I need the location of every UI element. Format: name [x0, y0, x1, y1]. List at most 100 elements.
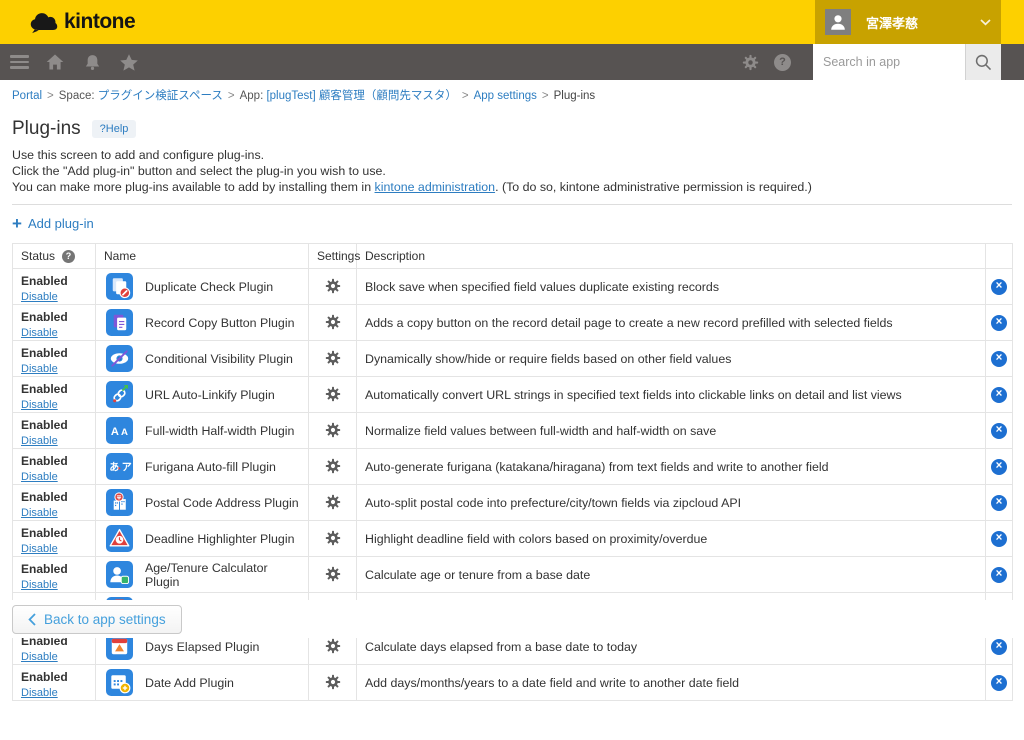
plugin-status: Enabled	[21, 455, 87, 468]
user-name: 宮澤孝慈	[866, 13, 980, 32]
plugin-settings-button[interactable]	[323, 456, 343, 476]
plugin-settings-button[interactable]	[323, 276, 343, 296]
user-menu[interactable]: 宮澤孝慈	[815, 0, 1001, 44]
breadcrumb-link[interactable]: App settings	[474, 90, 537, 102]
plugin-status: Enabled	[21, 671, 87, 684]
page-help-link[interactable]: ?Help	[92, 120, 137, 138]
plugin-settings-button[interactable]	[323, 420, 343, 440]
plugin-status: Enabled	[21, 275, 87, 288]
plugin-delete-button[interactable]: ×	[991, 531, 1007, 547]
back-to-app-settings-button[interactable]: Back to app settings	[12, 605, 182, 634]
svg-text:A: A	[121, 427, 128, 438]
gear-icon[interactable]	[739, 52, 761, 72]
plus-icon: +	[12, 215, 22, 233]
home-icon[interactable]	[44, 52, 66, 72]
global-toolbar: ?	[0, 44, 1024, 80]
plugin-delete-button[interactable]: ×	[991, 675, 1007, 691]
plugin-disable-link[interactable]: Disable	[21, 327, 58, 339]
cloud-logo-icon	[29, 10, 59, 34]
plugin-delete-button[interactable]: ×	[991, 351, 1007, 367]
status-help-icon[interactable]: ?	[62, 250, 75, 263]
kintone-administration-link[interactable]: kintone administration	[375, 180, 496, 194]
plugin-delete-button[interactable]: ×	[991, 387, 1007, 403]
plugin-status: Enabled	[21, 347, 87, 360]
table-row: EnabledDisableAge/Tenure Calculator Plug…	[13, 557, 1013, 593]
plugin-delete-button[interactable]: ×	[991, 423, 1007, 439]
breadcrumb-separator: >	[228, 90, 235, 102]
svg-text:ア: ア	[122, 462, 132, 474]
chevron-down-icon	[980, 19, 991, 26]
plugin-name: Days Elapsed Plugin	[145, 640, 259, 654]
plugin-disable-link[interactable]: Disable	[21, 471, 58, 483]
intro-line-3: You can make more plug-ins available to …	[12, 179, 1012, 195]
back-button-label: Back to app settings	[44, 612, 166, 627]
plugin-disable-link[interactable]: Disable	[21, 579, 58, 591]
intro-text: Use this screen to add and configure plu…	[12, 147, 1012, 195]
star-icon[interactable]	[118, 52, 140, 72]
table-row: Enabled Disable Deadline Highlighter Plugi…	[13, 521, 1013, 557]
record-copy-icon	[106, 309, 133, 336]
hamburger-icon[interactable]	[10, 55, 29, 69]
plugin-name: Date Add Plugin	[145, 676, 234, 690]
breadcrumb-link[interactable]: [plugTest] 顧客管理（顧問先マスタ）	[266, 90, 456, 102]
plugin-status: Enabled	[21, 491, 87, 504]
plugin-description: Block save when specified field values d…	[357, 269, 986, 305]
bottom-floating-bar: Back to app settings	[0, 600, 1024, 638]
divider	[12, 204, 1012, 205]
table-row: EnabledDisableあアFurigana Auto-fill Plugi…	[13, 449, 1013, 485]
url-linkify-icon	[106, 381, 133, 408]
table-row: Enabled Disable Date Add Plugin Add days/mo…	[13, 665, 1013, 701]
search-input[interactable]	[813, 44, 965, 80]
date-add-icon	[106, 669, 133, 696]
plugin-delete-button[interactable]: ×	[991, 459, 1007, 475]
table-row: EnabledDisableConditional Visibility Plu…	[13, 341, 1013, 377]
furigana-icon: あア	[106, 453, 133, 480]
plugin-status: Enabled	[21, 527, 87, 540]
plugin-settings-button[interactable]	[323, 348, 343, 368]
plugin-settings-button[interactable]	[323, 492, 343, 512]
kintone-logo[interactable]: kintone	[29, 10, 135, 34]
plugin-settings-button[interactable]	[323, 636, 343, 656]
plugin-description: Auto-split postal code into prefecture/c…	[357, 485, 986, 521]
logo-wordmark: kintone	[64, 10, 135, 34]
plugin-disable-link[interactable]: Disable	[21, 435, 58, 447]
app-header: kintone 宮澤孝慈	[0, 0, 1024, 44]
chevron-left-icon	[28, 613, 36, 626]
intro-line-1: Use this screen to add and configure plu…	[12, 147, 1012, 163]
intro-line-3-after: . (To do so, kintone administrative perm…	[495, 180, 812, 194]
plugin-description: Add days/months/years to a date field an…	[357, 665, 986, 701]
search-button[interactable]	[965, 44, 1001, 80]
plugin-disable-link[interactable]: Disable	[21, 543, 58, 555]
plugin-description: Highlight deadline field with colors bas…	[357, 521, 986, 557]
description-column-header: Description	[357, 244, 986, 269]
plugin-settings-button[interactable]	[323, 672, 343, 692]
breadcrumb-separator: >	[47, 90, 54, 102]
plugin-delete-button[interactable]: ×	[991, 315, 1007, 331]
plugin-name: Deadline Highlighter Plugin	[145, 532, 294, 546]
breadcrumb-link[interactable]: Portal	[12, 90, 42, 102]
search-icon	[974, 53, 993, 72]
breadcrumb-separator: >	[462, 90, 469, 102]
breadcrumb-link[interactable]: プラグイン検証スペース	[98, 90, 223, 102]
plugin-disable-link[interactable]: Disable	[21, 687, 58, 699]
svg-text:A: A	[111, 426, 119, 438]
plugin-status: Enabled	[21, 383, 87, 396]
plugin-disable-link[interactable]: Disable	[21, 291, 58, 303]
plugin-name: Record Copy Button Plugin	[145, 316, 294, 330]
plugin-disable-link[interactable]: Disable	[21, 651, 58, 663]
plugin-disable-link[interactable]: Disable	[21, 363, 58, 375]
plugin-delete-button[interactable]: ×	[991, 567, 1007, 583]
help-icon[interactable]: ?	[774, 54, 791, 71]
plugin-settings-button[interactable]	[323, 384, 343, 404]
plugin-settings-button[interactable]	[323, 564, 343, 584]
age-tenure-icon	[106, 561, 133, 588]
plugin-delete-button[interactable]: ×	[991, 639, 1007, 655]
plugin-settings-button[interactable]	[323, 528, 343, 548]
plugin-disable-link[interactable]: Disable	[21, 399, 58, 411]
plugin-settings-button[interactable]	[323, 312, 343, 332]
plugin-delete-button[interactable]: ×	[991, 279, 1007, 295]
add-plugin-button[interactable]: + Add plug-in	[12, 214, 94, 234]
plugin-disable-link[interactable]: Disable	[21, 507, 58, 519]
bell-icon[interactable]	[81, 52, 103, 72]
plugin-delete-button[interactable]: ×	[991, 495, 1007, 511]
